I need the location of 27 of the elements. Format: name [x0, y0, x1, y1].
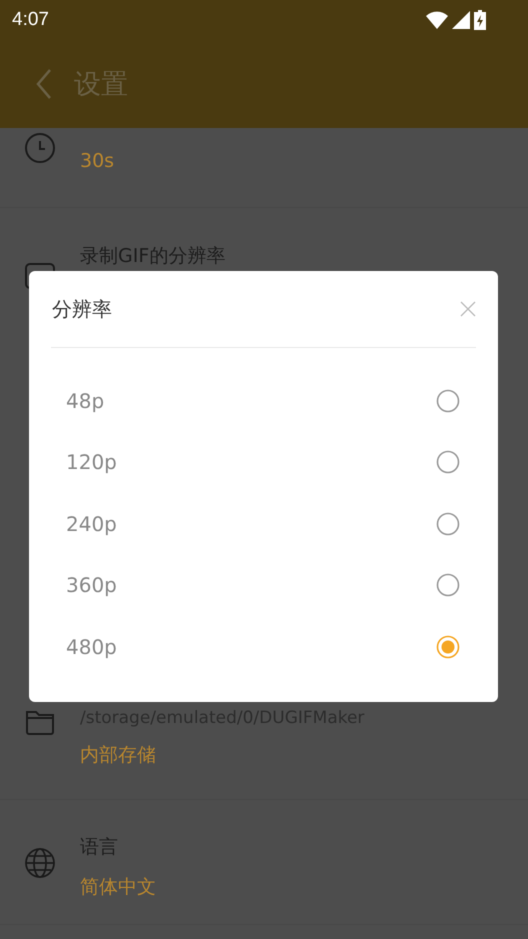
radio-button[interactable]	[436, 573, 460, 598]
setting-value: 简体中文	[80, 875, 156, 900]
battery-icon	[474, 10, 486, 30]
option-label: 240p	[66, 512, 117, 536]
status-time: 4:07	[12, 9, 49, 31]
option-label: 120p	[66, 450, 117, 474]
radio-button[interactable]	[436, 634, 460, 659]
close-icon[interactable]	[460, 301, 476, 317]
radio-button[interactable]	[436, 388, 460, 413]
wifi-icon	[426, 11, 448, 29]
resolution-option[interactable]: 120p	[51, 432, 476, 493]
dialog-title: 分辨率	[52, 296, 112, 322]
signal-icon	[452, 11, 470, 29]
option-label: 480p	[66, 634, 117, 659]
option-label: 48p	[66, 388, 104, 413]
resolution-option[interactable]: 480p	[51, 616, 476, 678]
radio-button[interactable]	[436, 450, 460, 474]
option-label: 360p	[66, 573, 117, 598]
back-icon[interactable]	[34, 68, 54, 100]
resolution-option[interactable]: 48p	[51, 370, 476, 432]
resolution-option[interactable]: 240p	[51, 493, 476, 554]
radio-button[interactable]	[436, 512, 460, 536]
setting-value: 内部存储	[80, 743, 157, 768]
globe-icon	[24, 847, 56, 879]
setting-value: 30s	[80, 150, 114, 172]
clock-icon	[24, 132, 56, 164]
resolution-option[interactable]: 360p	[51, 554, 476, 616]
